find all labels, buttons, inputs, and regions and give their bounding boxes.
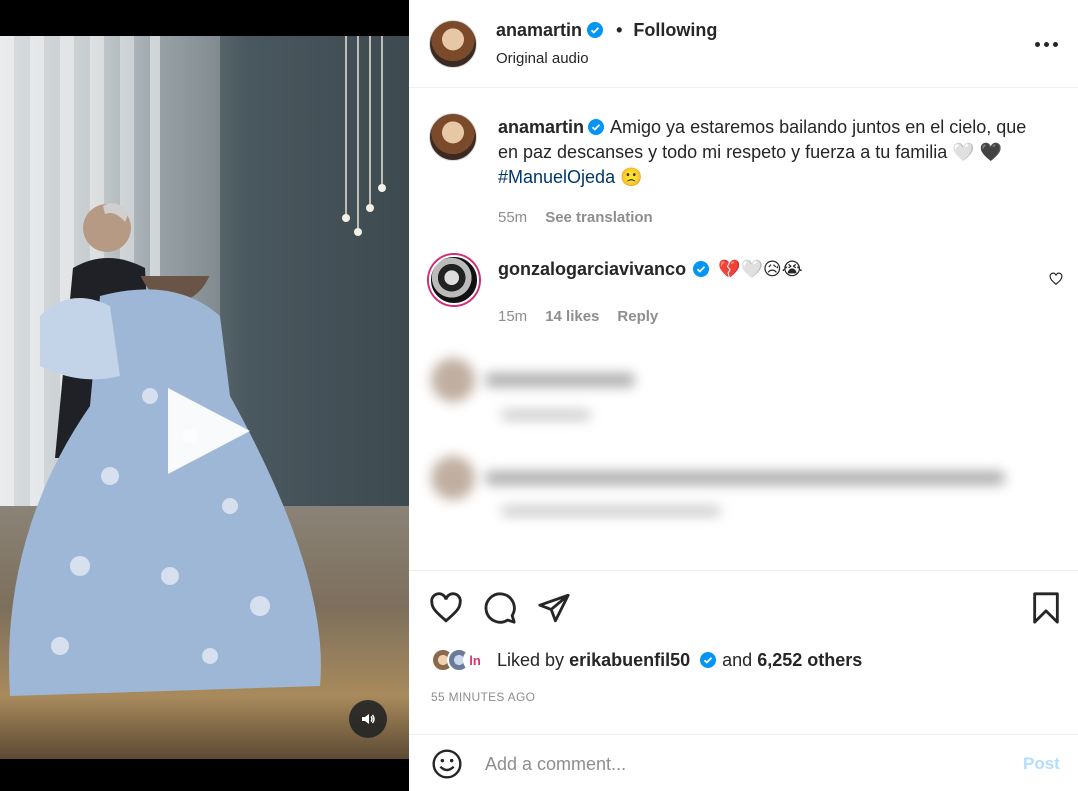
reply-button[interactable]: Reply [617, 308, 658, 325]
see-translation-button[interactable]: See translation [545, 209, 653, 226]
verified-icon [693, 261, 710, 277]
comment-time[interactable]: 15m [498, 308, 527, 325]
post-media[interactable] [0, 0, 409, 791]
comment-input[interactable] [485, 749, 1005, 779]
author-avatar[interactable] [429, 20, 477, 68]
caption-meta: 55m See translation [498, 209, 653, 226]
verified-icon [587, 22, 604, 38]
add-comment-bar: Post [409, 734, 1078, 791]
verified-icon [700, 652, 717, 668]
author-username[interactable]: anamartin [496, 20, 582, 40]
hashtag-link[interactable]: #ManuelOjeda [498, 167, 615, 187]
liker-username[interactable]: erikabuenfil50 [569, 650, 690, 671]
commenter-username[interactable]: gonzalogarciavivanco [498, 259, 686, 279]
comment-likes[interactable]: 14 likes [545, 308, 599, 325]
caption-text: anamartin Amigo ya estaremos bailando jun… [498, 115, 1038, 190]
share-icon[interactable] [537, 591, 571, 625]
heart-icon[interactable] [429, 591, 463, 625]
and-label: and [722, 649, 753, 670]
emoji-icon[interactable] [431, 748, 463, 780]
following-button[interactable]: Following [633, 20, 717, 40]
comment-body: 💔🤍😥😭 [718, 259, 803, 279]
liked-by-label: Liked by [497, 649, 565, 670]
heart-icon[interactable] [1049, 272, 1063, 286]
caption-author-avatar[interactable] [429, 113, 477, 161]
likes-summary: ln Liked by erikabuenfil50 and 6,252 oth… [431, 648, 862, 672]
more-icon[interactable] [1031, 34, 1061, 54]
others-count[interactable]: 6,252 others [757, 650, 862, 671]
comment-text: gonzalogarciavivanco 💔🤍😥😭 [498, 259, 803, 280]
blurred-comments [409, 346, 1078, 570]
comment-meta: 15m 14 likes Reply [498, 308, 658, 325]
post-side-panel: anamartin • Following Original audio ana… [409, 0, 1078, 791]
liker-avatar[interactable]: ln [463, 648, 487, 672]
chandelier-image [342, 36, 386, 236]
header-user-line: anamartin • Following [496, 20, 717, 41]
post-header: anamartin • Following Original audio [409, 0, 1078, 88]
caption-time[interactable]: 55m [498, 209, 527, 226]
audio-link[interactable]: Original audio [496, 50, 589, 67]
commenter-avatar[interactable] [429, 255, 479, 305]
volume-icon[interactable] [349, 700, 387, 738]
post-timestamp[interactable]: 55 MINUTES AGO [431, 690, 535, 704]
comment-icon[interactable] [483, 591, 517, 625]
bookmark-icon[interactable] [1029, 591, 1063, 625]
verified-icon [588, 119, 605, 135]
caption-author-username[interactable]: anamartin [498, 117, 584, 137]
action-bar [409, 585, 1078, 629]
comments-section[interactable]: anamartin Amigo ya estaremos bailando jun… [409, 89, 1078, 571]
caption-emoji: 🙁 [615, 167, 643, 187]
play-icon[interactable] [168, 388, 250, 474]
separator-dot: • [616, 20, 623, 40]
video-player[interactable] [0, 36, 409, 759]
dancer-dress-image [9, 276, 321, 696]
post-button[interactable]: Post [1023, 754, 1060, 774]
